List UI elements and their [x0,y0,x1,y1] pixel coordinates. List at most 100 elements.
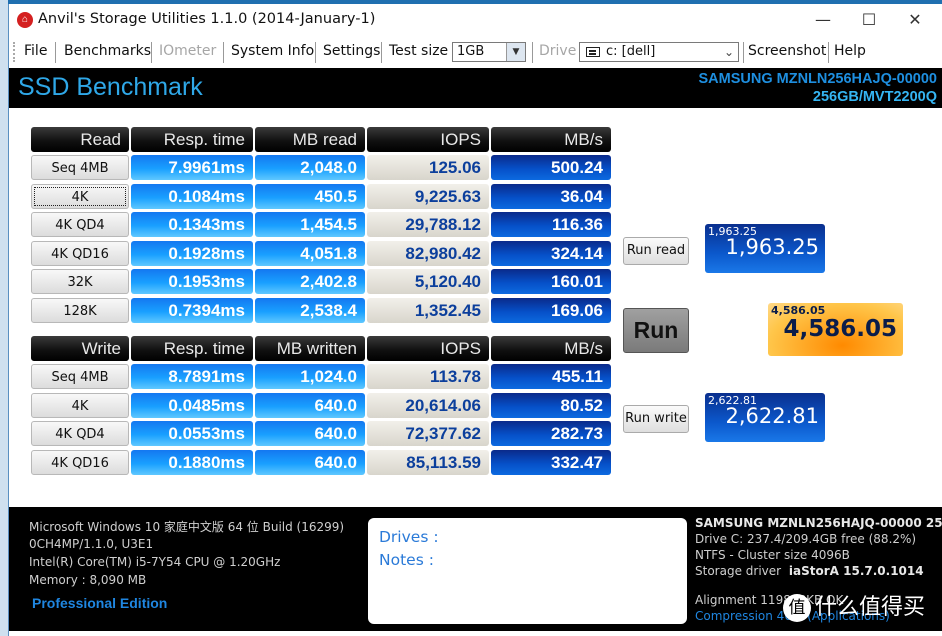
read-header-iops: IOPS [367,127,489,152]
dropdown-arrow-icon[interactable]: ▼ [506,43,525,61]
read-test-button[interactable]: 4K [31,184,129,209]
write-header-test: Write [31,336,129,361]
read-iops: 5,120.40 [367,269,489,294]
maximize-button[interactable]: ☐ [846,4,892,36]
write-mbs: 80.52 [491,393,611,418]
read-mb: 2,538.4 [255,298,365,323]
read-mbs: 324.14 [491,241,611,266]
toolbar-grip[interactable] [13,42,17,62]
read-test-button[interactable]: 32K [31,269,129,294]
read-mb: 1,454.5 [255,212,365,237]
os-info: Microsoft Windows 10 家庭中文版 64 位 Build (1… [29,520,345,534]
read-header-mb-read: MB read [255,127,365,152]
total-score-value: 4,586.05 [783,316,898,342]
read-header-mbs: MB/s [491,127,611,152]
write-test-button[interactable]: 4K [31,393,129,418]
read-score-value: 1,963.25 [725,235,819,259]
read-mbs: 36.04 [491,184,611,209]
info-footer: Microsoft Windows 10 家庭中文版 64 位 Build (1… [9,507,942,631]
drive-model: SAMSUNG MZNLN256HAJQ-00000 256G [695,516,942,530]
write-test-button[interactable]: 4K QD16 [31,450,129,475]
title-bar: ⌂ Anvil's Storage Utilities 1.1.0 (2014-… [9,4,942,36]
read-iops: 1,352.45 [367,298,489,323]
write-resp-time: 0.0485ms [131,393,253,418]
drive-icon [586,47,600,57]
write-iops: 113.78 [367,364,489,389]
menu-system-info[interactable]: System Info [231,43,314,59]
read-test-button[interactable]: Seq 4MB [31,155,129,180]
menu-help[interactable]: Help [834,43,866,59]
menu-file[interactable]: File [24,43,47,59]
read-resp-time: 0.7394ms [131,298,253,323]
drive-select[interactable]: c: [dell] ⌄ [579,42,739,62]
menu-separator [532,42,533,63]
watermark: 值什么值得买 [783,589,925,622]
menu-screenshot[interactable]: Screenshot [748,43,826,59]
memory-info: Memory : 8,090 MB [29,573,147,587]
page-title: SSD Benchmark [18,73,203,101]
write-mb: 1,024.0 [255,364,365,389]
write-mbs: 282.73 [491,421,611,446]
edition-label: Professional Edition [32,595,168,611]
write-header-resp-time: Resp. time [131,336,253,361]
storage-driver: Storage driver iaStorA 15.7.0.1014 [695,564,924,578]
read-resp-time: 0.1084ms [131,184,253,209]
write-mb: 640.0 [255,421,365,446]
drive-model-banner: SAMSUNG MZNLN256HAJQ-00000 256GB/MVT2200… [698,70,937,106]
menu-benchmarks[interactable]: Benchmarks [64,43,151,59]
write-test-button[interactable]: Seq 4MB [31,364,129,389]
read-resp-time: 0.1953ms [131,269,253,294]
app-window: ⌂ Anvil's Storage Utilities 1.1.0 (2014-… [8,4,942,636]
read-iops: 29,788.12 [367,212,489,237]
storage-driver-label: Storage driver [695,564,782,578]
test-size-select[interactable]: 1GB ▼ [452,42,526,62]
menu-settings[interactable]: Settings [323,43,380,59]
read-mbs: 116.36 [491,212,611,237]
header-banner: SSD Benchmark SAMSUNG MZNLN256HAJQ-00000… [9,68,942,108]
read-test-button[interactable]: 128K [31,298,129,323]
menu-separator [151,42,152,63]
read-header-test: Read [31,127,129,152]
window-title: Anvil's Storage Utilities 1.1.0 (2014-Ja… [38,11,376,27]
filesystem-text: NTFS - Cluster size 4096B [695,548,850,562]
drive-model-line2: 256GB/MVT2200Q [812,89,937,105]
menu-separator [381,42,382,63]
read-mbs: 500.24 [491,155,611,180]
read-resp-time: 0.1343ms [131,212,253,237]
read-header-resp-time: Resp. time [131,127,253,152]
read-mb: 450.5 [255,184,365,209]
menu-bar: File Benchmarks IOmeter System Info Sett… [9,38,942,66]
menu-separator [743,42,744,63]
watermark-text: 什么值得买 [815,595,926,620]
chevron-down-icon[interactable]: ⌄ [724,42,734,62]
read-mbs: 169.06 [491,298,611,323]
read-mb: 4,051.8 [255,241,365,266]
read-score-display: 1,963.25 1,963.25 [705,224,825,273]
drive-model-line1: SAMSUNG MZNLN256HAJQ-00000 [698,71,937,87]
minimize-button[interactable]: — [800,4,846,36]
read-resp-time: 7.9961ms [131,155,253,180]
notes-label: Notes : [379,551,434,569]
notes-box[interactable]: Drives : Notes : [368,518,687,624]
write-score-display: 2,622.81 2,622.81 [705,393,825,442]
menu-separator [55,42,56,63]
write-test-button[interactable]: 4K QD4 [31,421,129,446]
watermark-logo-icon: 值 [783,594,811,622]
test-size-label: Test size [389,43,449,59]
read-mbs: 160.01 [491,269,611,294]
write-header-iops: IOPS [367,336,489,361]
write-mbs: 332.47 [491,450,611,475]
write-mbs: 455.11 [491,364,611,389]
close-button[interactable]: ✕ [892,4,938,36]
read-test-button[interactable]: 4K QD16 [31,241,129,266]
read-resp-time: 0.1928ms [131,241,253,266]
read-test-button[interactable]: 4K QD4 [31,212,129,237]
run-write-button[interactable]: Run write [623,405,689,433]
read-iops: 9,225.63 [367,184,489,209]
write-mb: 640.0 [255,450,365,475]
run-button[interactable]: Run [623,308,689,353]
write-mb: 640.0 [255,393,365,418]
menu-iometer[interactable]: IOmeter [159,43,216,59]
write-resp-time: 0.0553ms [131,421,253,446]
run-read-button[interactable]: Run read [623,237,689,265]
